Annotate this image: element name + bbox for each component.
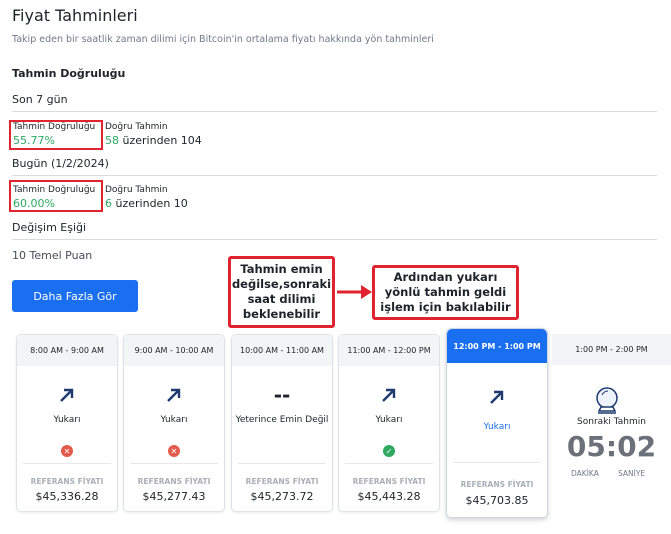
- see-more-button[interactable]: Daha Fazla Gör: [12, 280, 138, 312]
- card-time: 9:00 AM - 10:00 AM: [124, 335, 224, 366]
- prediction-card-active[interactable]: 12:00 PM - 1:00 PM Yukarı REFERANS FİYAT…: [446, 328, 548, 518]
- card-price: $45,277.43: [142, 490, 206, 503]
- card-divider: [23, 463, 111, 464]
- card-ref-label: REFERANS FİYATI: [30, 477, 104, 486]
- double-dash-icon: --: [273, 383, 291, 407]
- accuracy-label-today: Tahmin Doğruluğu: [13, 185, 96, 195]
- annotation-callout-left: Tahmin emin değilse,sonraki saat dilimi …: [228, 256, 335, 328]
- card-time: 10:00 AM - 11:00 AM: [232, 335, 332, 366]
- card-time: 12:00 PM - 1:00 PM: [447, 329, 547, 363]
- period-label-today: Bugün (1/2/2024): [12, 157, 109, 170]
- card-price: $45,703.85: [465, 494, 529, 507]
- arrow-right-icon: [335, 282, 375, 306]
- page-subtitle: Takip eden bir saatlik zaman dilimi için…: [12, 34, 434, 45]
- card-direction: Yeterince Emin Değil: [235, 415, 329, 425]
- seconds-label: SANİYE: [618, 469, 646, 478]
- x-circle-icon: ✕: [61, 445, 73, 457]
- card-time: 11:00 AM - 12:00 PM: [339, 335, 439, 366]
- correct-suffix-today: üzerinden 10: [115, 197, 188, 210]
- correct-label-7d: Doğru Tahmin: [105, 122, 168, 132]
- accuracy-value-7d: 55.77%: [13, 134, 55, 147]
- arrow-up-right-icon: [124, 385, 224, 409]
- prediction-card[interactable]: 11:00 AM - 12:00 PM Yukarı ✓ REFERANS Fİ…: [338, 334, 440, 512]
- card-ref-label: REFERANS FİYATI: [352, 477, 426, 486]
- arrow-up-right-icon: [447, 387, 547, 411]
- threshold-label: Değişim Eşiği: [12, 221, 87, 234]
- prediction-card[interactable]: 10:00 AM - 11:00 AM -- Yeterince Emin De…: [231, 334, 333, 512]
- correct-count-today: 6: [105, 197, 112, 210]
- countdown-timer: 05:02: [566, 430, 657, 463]
- card-price: $45,336.28: [35, 490, 99, 503]
- card-divider: [453, 462, 541, 463]
- correct-count-7d: 58: [105, 134, 119, 147]
- card-ref-label: REFERANS FİYATI: [245, 477, 319, 486]
- threshold-value: 10 Temel Puan: [12, 249, 93, 262]
- card-direction: Yukarı: [483, 422, 511, 432]
- card-ref-label: REFERANS FİYATI: [137, 477, 211, 486]
- correct-value-7d: 58 üzerinden 104: [105, 134, 202, 147]
- divider: [12, 239, 657, 240]
- card-divider: [130, 463, 218, 464]
- x-circle-icon: ✕: [168, 445, 180, 457]
- period-label-7d: Son 7 gün: [12, 93, 68, 106]
- arrow-up-right-icon: [17, 385, 117, 409]
- accuracy-section-title: Tahmin Doğruluğu: [12, 67, 126, 80]
- card-divider: [345, 463, 433, 464]
- minutes-label: DAKİKA: [571, 469, 599, 478]
- card-price: $45,273.72: [250, 490, 314, 503]
- divider: [12, 111, 657, 112]
- card-direction: Yukarı: [160, 415, 188, 425]
- next-prediction-label: Sonraki Tahmin: [577, 417, 646, 427]
- annotation-callout-right: Ardından yukarı yönlü tahmin geldi işlem…: [372, 265, 519, 320]
- correct-value-today: 6 üzerinden 10: [105, 197, 188, 210]
- card-direction: Yukarı: [375, 415, 403, 425]
- divider: [12, 175, 657, 176]
- card-divider: [238, 463, 326, 464]
- correct-suffix-7d: üzerinden 104: [122, 134, 202, 147]
- crystal-ball-icon: [594, 386, 620, 420]
- card-price: $45,443.28: [357, 490, 421, 503]
- accuracy-label-7d: Tahmin Doğruluğu: [13, 122, 96, 132]
- card-direction: Yukarı: [53, 415, 81, 425]
- card-ref-label: REFERANS FİYATI: [460, 480, 534, 489]
- prediction-card[interactable]: 9:00 AM - 10:00 AM Yukarı ✕ REFERANS FİY…: [123, 334, 225, 512]
- arrow-up-right-icon: [339, 385, 439, 409]
- next-prediction-card: 1:00 PM - 2:00 PM Sonraki Tahmin 05:02 D…: [552, 334, 671, 512]
- page-title: Fiyat Tahminleri: [12, 6, 138, 25]
- correct-label-today: Doğru Tahmin: [105, 185, 168, 195]
- accuracy-value-today: 60.00%: [13, 197, 55, 210]
- prediction-card[interactable]: 8:00 AM - 9:00 AM Yukarı ✕ REFERANS FİYA…: [16, 334, 118, 512]
- check-circle-icon: ✓: [383, 445, 395, 457]
- card-time: 1:00 PM - 2:00 PM: [552, 334, 671, 365]
- card-time: 8:00 AM - 9:00 AM: [17, 335, 117, 366]
